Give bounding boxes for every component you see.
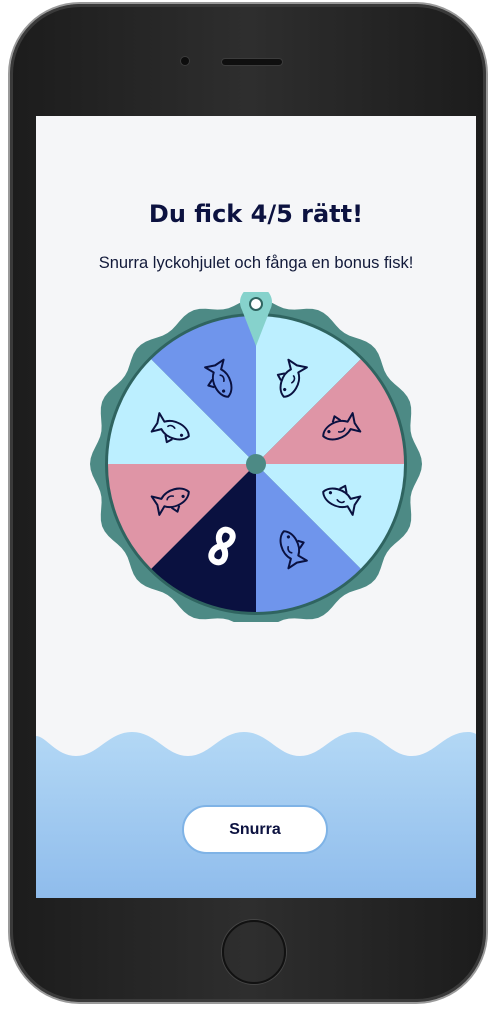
fortune-wheel[interactable] xyxy=(88,292,424,622)
phone-frame: Du fick 4/5 rätt! Snurra lyckohjulet och… xyxy=(10,4,486,1002)
wheel-hub xyxy=(246,454,266,474)
home-button[interactable] xyxy=(222,920,286,984)
app-screen: Du fick 4/5 rätt! Snurra lyckohjulet och… xyxy=(36,116,476,898)
page-subtitle: Snurra lyckohjulet och fånga en bonus fi… xyxy=(98,254,414,272)
page-title: Du fick 4/5 rätt! xyxy=(148,200,364,228)
front-camera xyxy=(181,57,189,65)
phone-top-bezel xyxy=(10,4,486,118)
earpiece-speaker xyxy=(222,59,282,65)
spin-button[interactable]: Snurra xyxy=(182,805,328,854)
